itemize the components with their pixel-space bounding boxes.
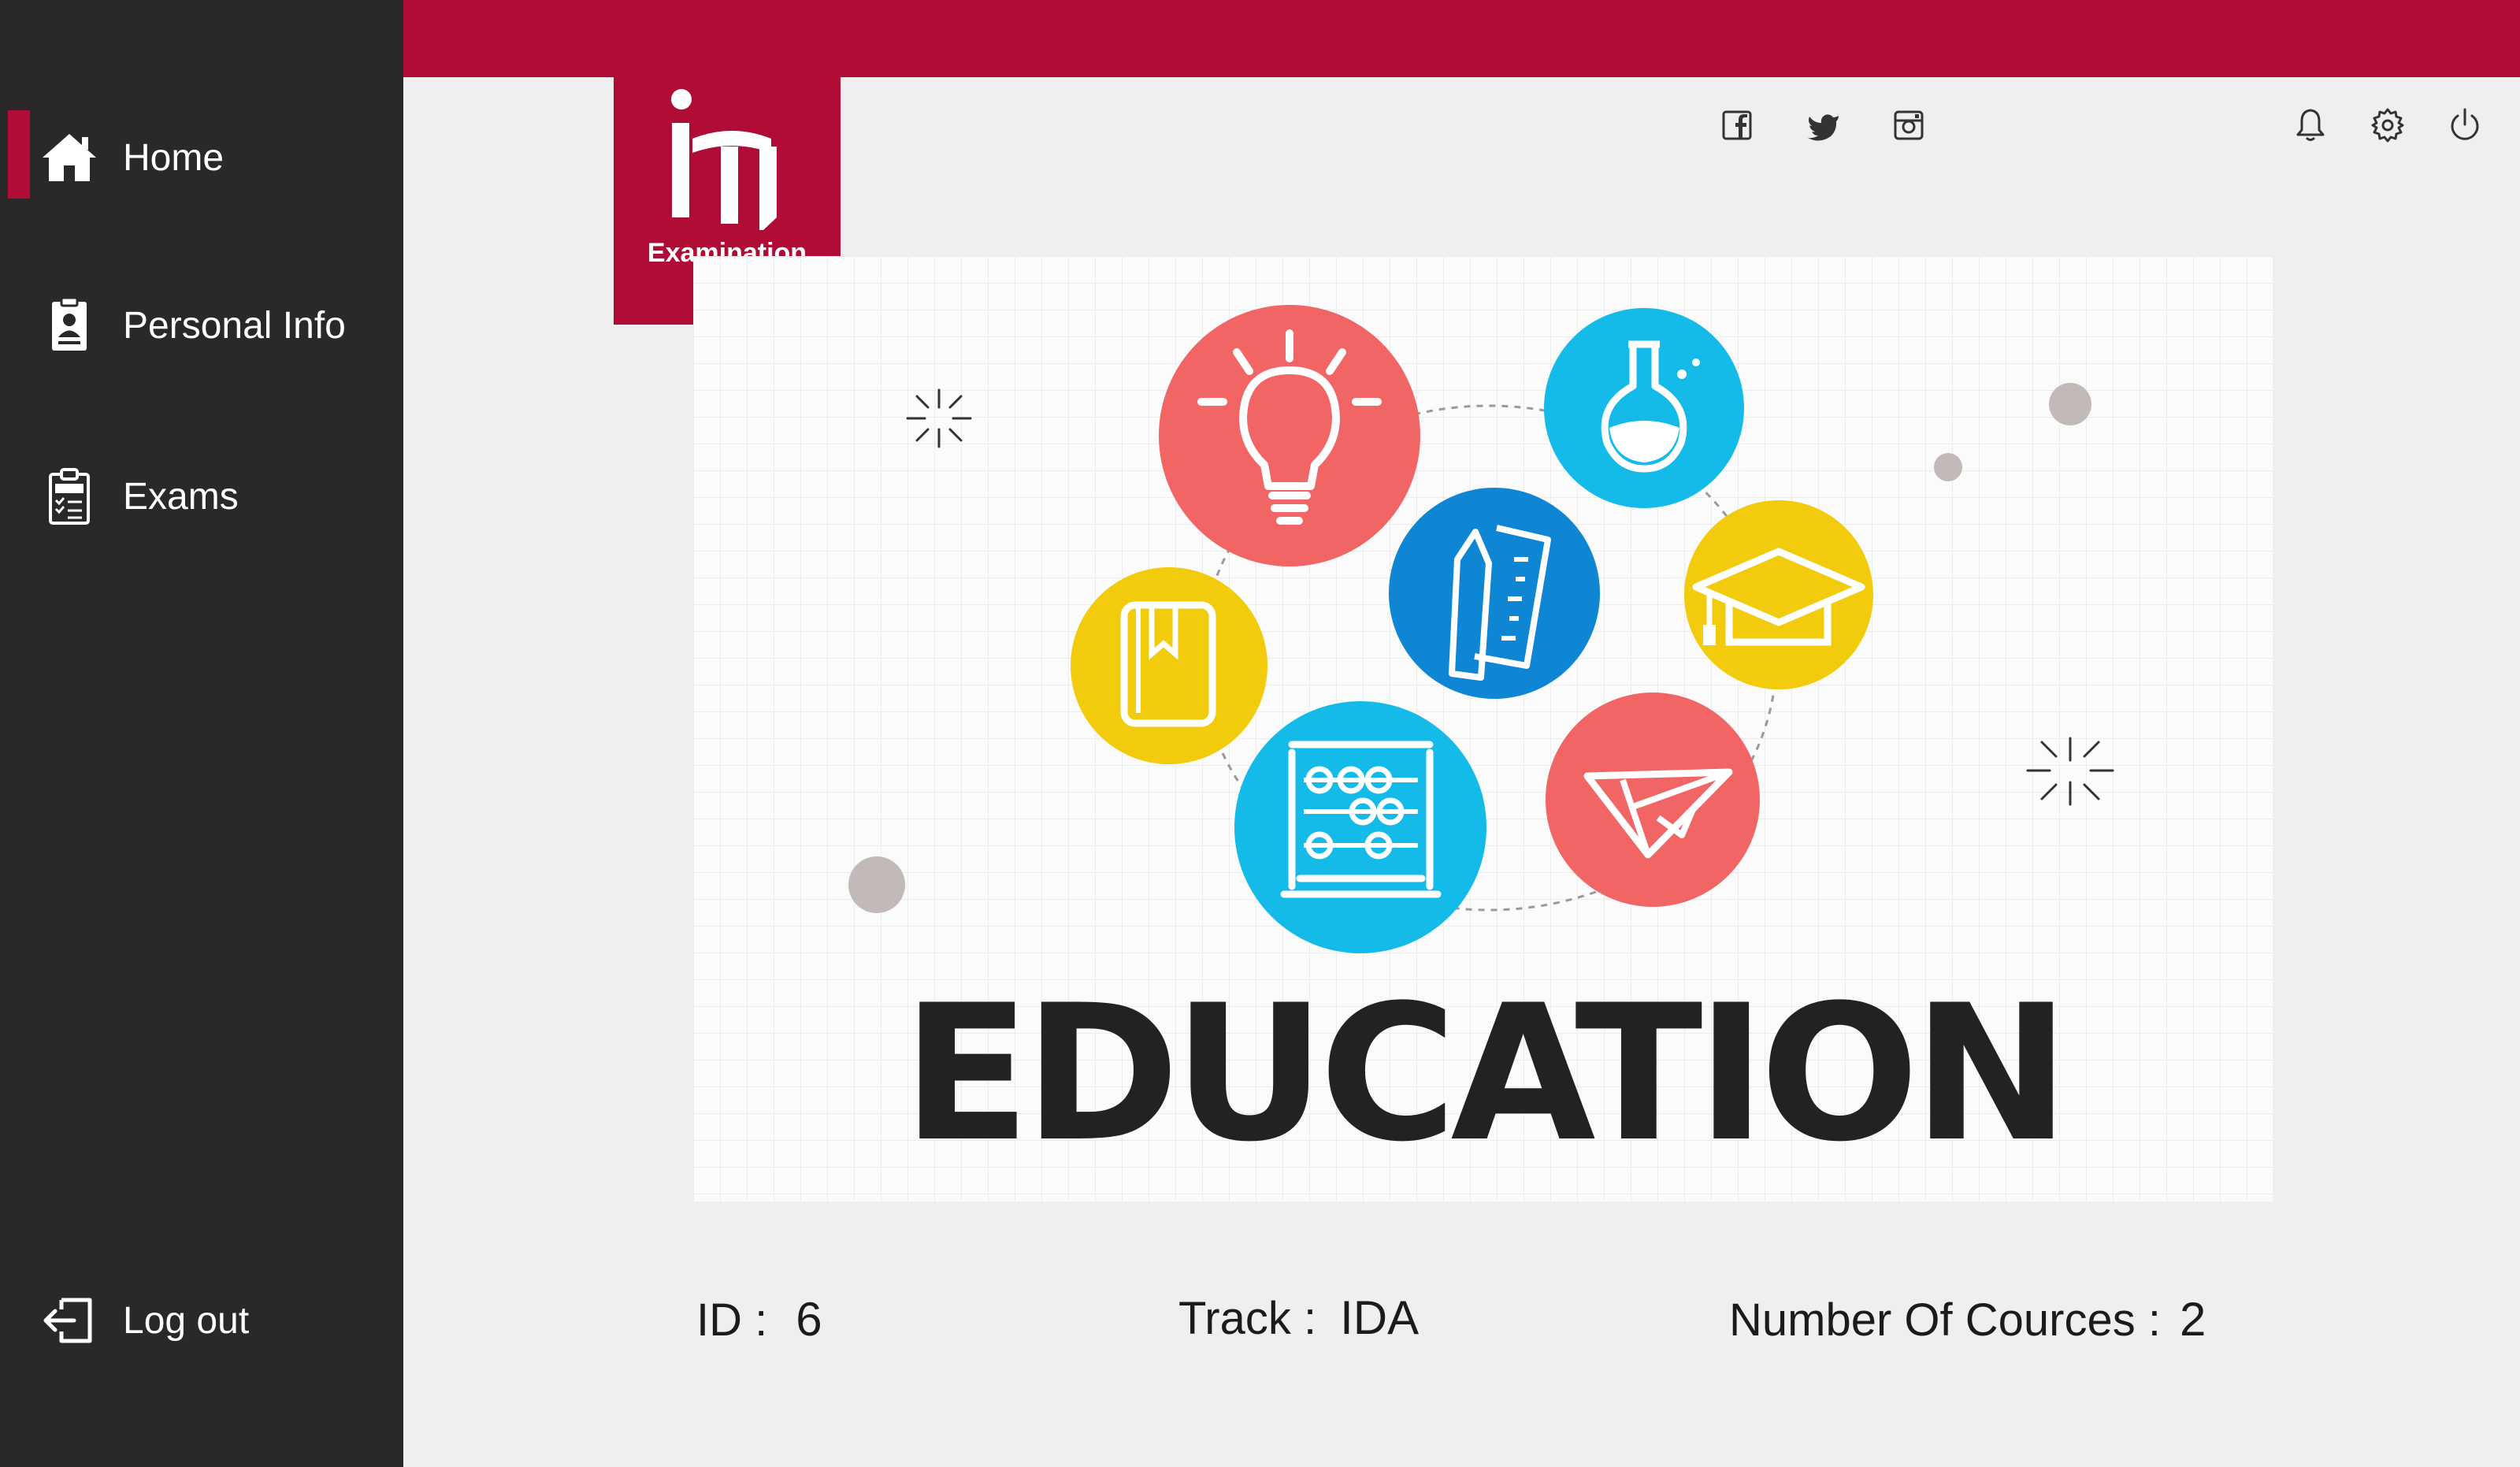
logout-button[interactable]: Log out — [0, 1273, 403, 1368]
decor-dot — [848, 856, 905, 913]
pencil-ruler-icon — [1389, 488, 1600, 699]
facebook-icon[interactable] — [1717, 106, 1757, 145]
sidebar: Home Personal Info Exams Log out — [0, 0, 403, 1467]
decor-dot — [1934, 453, 1962, 481]
book-icon — [1071, 567, 1267, 764]
track-label: Track : — [1178, 1293, 1317, 1344]
sidebar-item-home[interactable]: Home — [0, 110, 403, 205]
graduation-cap-icon — [1684, 500, 1873, 689]
flask-icon — [1544, 308, 1744, 508]
hero-word: EDUCATION — [902, 965, 2069, 1183]
logout-icon — [43, 1298, 92, 1343]
id-value: 6 — [796, 1293, 822, 1346]
exam-clipboard-icon — [49, 468, 90, 525]
iti-logo-mark — [671, 89, 777, 230]
lightbulb-icon — [1159, 305, 1420, 566]
courses-value: 2 — [2179, 1293, 2206, 1346]
sidebar-item-label: Exams — [123, 475, 239, 518]
decor-dot — [2049, 383, 2091, 425]
power-icon[interactable] — [2445, 106, 2485, 145]
gear-icon[interactable] — [2368, 106, 2407, 145]
active-indicator — [8, 110, 30, 199]
student-id: ID : 6 — [696, 1292, 822, 1346]
instagram-icon[interactable] — [1889, 106, 1928, 145]
sparkle-icon — [906, 388, 972, 448]
sparkle-icon — [2026, 737, 2114, 806]
sidebar-item-personal-info[interactable]: Personal Info — [0, 278, 403, 373]
courses-label: Number Of Cources : — [1729, 1294, 2161, 1346]
student-track: Track : IDA — [1178, 1291, 1419, 1345]
id-label: ID : — [696, 1294, 768, 1346]
top-bar — [403, 0, 2520, 77]
abacus-icon — [1234, 701, 1486, 953]
home-icon — [43, 134, 96, 181]
course-count: Number Of Cources : 2 — [1729, 1292, 2206, 1346]
track-value: IDA — [1340, 1291, 1420, 1344]
education-illustration: EDUCATION — [693, 256, 2273, 1201]
paper-plane-icon — [1546, 693, 1760, 907]
sidebar-item-exams[interactable]: Exams — [0, 449, 403, 544]
sidebar-item-label: Home — [123, 136, 225, 179]
twitter-icon[interactable] — [1804, 106, 1843, 145]
bell-icon[interactable] — [2291, 106, 2330, 145]
sidebar-item-label: Personal Info — [123, 304, 346, 347]
logout-label: Log out — [123, 1299, 250, 1342]
id-card-icon — [52, 296, 87, 351]
